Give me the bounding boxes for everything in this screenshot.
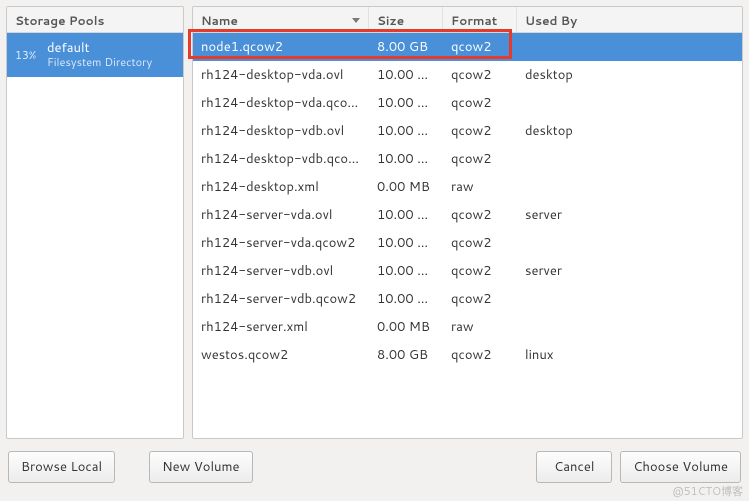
cell-format: qcow2 <box>443 117 517 145</box>
cell-size: 8.00 GB <box>369 341 443 369</box>
pool-row-default[interactable]: 13% default Filesystem Directory <box>7 33 183 77</box>
table-row[interactable]: rh124-desktop-vda.ovl10.00 GBqcow2deskto… <box>193 61 742 89</box>
cell-size: 10.00 GB <box>369 61 443 89</box>
table-row[interactable]: rh124-desktop-vdb.ovl10.00 GBqcow2deskto… <box>193 117 742 145</box>
cell-used <box>517 145 742 173</box>
col-header-size[interactable]: Size <box>369 7 443 32</box>
cell-format: raw <box>443 173 517 201</box>
col-header-used-by[interactable]: Used By <box>517 7 742 32</box>
cell-used: linux <box>517 341 742 369</box>
cell-size: 10.00 GB <box>369 89 443 117</box>
table-row[interactable]: rh124-server-vda.ovl10.00 GBqcow2server <box>193 201 742 229</box>
cell-used: desktop <box>517 61 742 89</box>
cell-used <box>517 313 742 341</box>
table-row[interactable]: rh124-desktop.xml0.00 MBraw <box>193 173 742 201</box>
cell-name: rh124-server-vdb.qcow2 <box>193 285 369 313</box>
cell-format: qcow2 <box>443 61 517 89</box>
table-row[interactable]: rh124-desktop-vdb.qcow210.00 GBqcow2 <box>193 145 742 173</box>
table-row[interactable]: westos.qcow28.00 GBqcow2linux <box>193 341 742 369</box>
browse-local-button[interactable]: Browse Local <box>8 451 115 483</box>
cell-used <box>517 173 742 201</box>
cell-name: rh124-desktop-vda.ovl <box>193 61 369 89</box>
table-row[interactable]: node1.qcow28.00 GBqcow2 <box>193 33 742 61</box>
storage-pools-list: 13% default Filesystem Directory <box>7 33 183 438</box>
cell-size: 8.00 GB <box>369 33 443 61</box>
storage-pools-panel: Storage Pools 13% default Filesystem Dir… <box>6 6 184 439</box>
cell-format: qcow2 <box>443 33 517 61</box>
cell-used <box>517 89 742 117</box>
cell-format: qcow2 <box>443 89 517 117</box>
cell-size: 10.00 GB <box>369 257 443 285</box>
cell-size: 0.00 MB <box>369 313 443 341</box>
col-header-format-label: Format <box>451 12 497 29</box>
cell-size: 10.00 GB <box>369 285 443 313</box>
storage-pools-header: Storage Pools <box>7 7 183 33</box>
table-row[interactable]: rh124-server-vdb.qcow210.00 GBqcow2 <box>193 285 742 313</box>
cell-format: qcow2 <box>443 341 517 369</box>
storage-pools-header-label: Storage Pools <box>7 7 183 32</box>
cell-used <box>517 33 742 61</box>
volumes-header-row: Name Size Format Used By <box>193 7 742 33</box>
chevron-down-icon <box>352 18 360 23</box>
table-row[interactable]: rh124-desktop-vda.qcow210.00 GBqcow2 <box>193 89 742 117</box>
cell-size: 10.00 GB <box>369 201 443 229</box>
cell-name: rh124-server-vda.qcow2 <box>193 229 369 257</box>
cell-name: rh124-desktop-vdb.ovl <box>193 117 369 145</box>
cell-format: qcow2 <box>443 145 517 173</box>
cell-size: 10.00 GB <box>369 145 443 173</box>
cancel-button[interactable]: Cancel <box>536 451 612 483</box>
cell-name: node1.qcow2 <box>193 33 369 61</box>
volumes-list[interactable]: node1.qcow28.00 GBqcow2rh124-desktop-vda… <box>193 33 742 438</box>
col-header-format[interactable]: Format <box>443 7 517 32</box>
cell-used <box>517 229 742 257</box>
new-volume-button[interactable]: New Volume <box>149 451 252 483</box>
col-header-name-label: Name <box>201 12 238 29</box>
col-header-name[interactable]: Name <box>193 7 369 32</box>
cell-name: westos.qcow2 <box>193 341 369 369</box>
cell-size: 10.00 GB <box>369 117 443 145</box>
cell-size: 10.00 GB <box>369 229 443 257</box>
volumes-panel: Name Size Format Used By node1.qcow28.00… <box>192 6 743 439</box>
cell-used <box>517 285 742 313</box>
table-row[interactable]: rh124-server.xml0.00 MBraw <box>193 313 742 341</box>
cell-name: rh124-desktop.xml <box>193 173 369 201</box>
col-header-used-by-label: Used By <box>525 12 577 29</box>
bottom-toolbar: Browse Local New Volume Cancel Choose Vo… <box>0 445 749 491</box>
pool-type: Filesystem Directory <box>47 56 152 69</box>
cell-name: rh124-desktop-vda.qcow2 <box>193 89 369 117</box>
cell-name: rh124-server-vdb.ovl <box>193 257 369 285</box>
cell-used: server <box>517 201 742 229</box>
cell-format: raw <box>443 313 517 341</box>
cell-name: rh124-server-vda.ovl <box>193 201 369 229</box>
cell-format: qcow2 <box>443 257 517 285</box>
col-header-size-label: Size <box>377 12 404 29</box>
pool-usage-percent: 13% <box>15 47 39 63</box>
choose-volume-button[interactable]: Choose Volume <box>620 451 741 483</box>
cell-used: desktop <box>517 117 742 145</box>
cell-used: server <box>517 257 742 285</box>
cell-format: qcow2 <box>443 285 517 313</box>
cell-name: rh124-desktop-vdb.qcow2 <box>193 145 369 173</box>
cell-format: qcow2 <box>443 201 517 229</box>
cell-name: rh124-server.xml <box>193 313 369 341</box>
cell-size: 0.00 MB <box>369 173 443 201</box>
table-row[interactable]: rh124-server-vdb.ovl10.00 GBqcow2server <box>193 257 742 285</box>
cell-format: qcow2 <box>443 229 517 257</box>
table-row[interactable]: rh124-server-vda.qcow210.00 GBqcow2 <box>193 229 742 257</box>
